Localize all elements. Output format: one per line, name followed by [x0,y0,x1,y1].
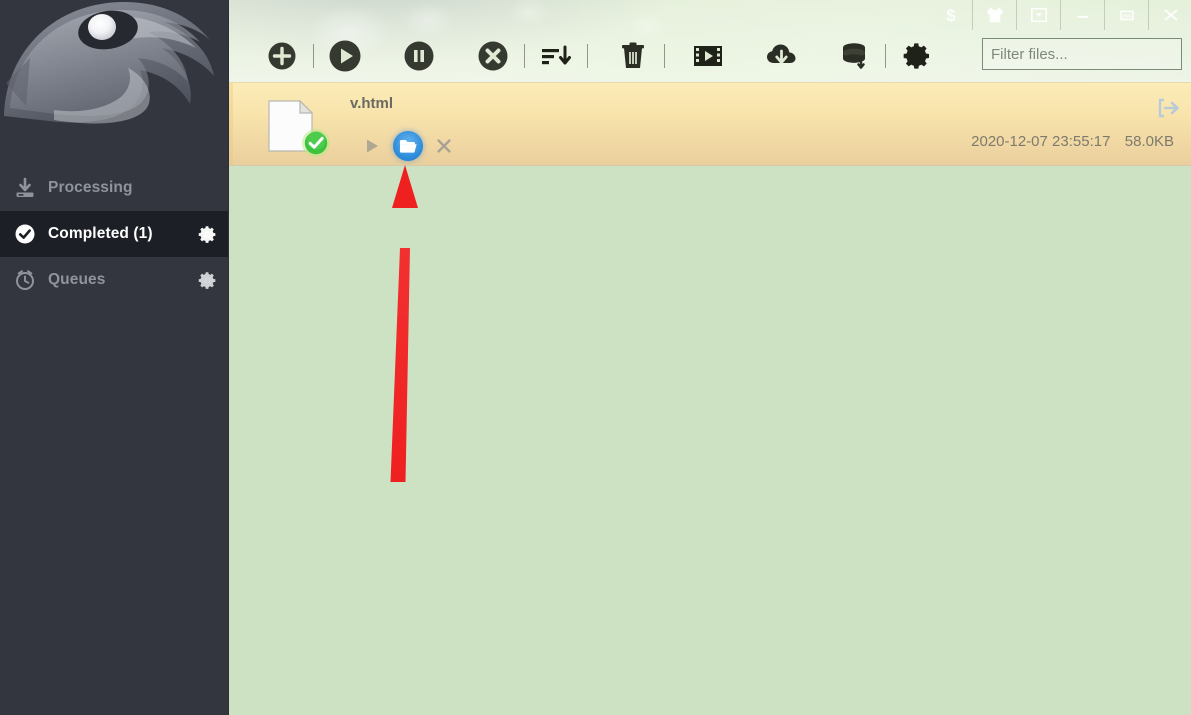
open-folder-button[interactable] [393,131,423,161]
merchandise-button[interactable] [972,0,1016,30]
play-file-button[interactable] [357,131,387,161]
search-input[interactable] [983,39,1191,69]
pause-downloads-button[interactable] [396,33,442,79]
main-area: $ Filter files... v.html 2020-12-07 23:5… [229,0,1191,715]
toolbar-divider [587,44,588,68]
add-links-button[interactable] [259,33,305,79]
svg-text:$: $ [946,6,956,25]
toolbar-divider [524,44,525,68]
play-icon [367,139,378,153]
file-meta: 2020-12-07 23:55:17 58.0KB [971,133,1174,150]
toolbar-divider [313,44,314,68]
storage-button[interactable] [831,33,877,79]
toolbar [229,30,1191,82]
film-icon [694,46,722,66]
trash-icon [622,42,644,68]
minimize-to-tray-button[interactable] [1016,0,1060,30]
app-logo [0,0,228,165]
sidebar-item-completed[interactable]: Completed (1) [0,211,228,257]
media-button[interactable] [685,33,731,79]
queues-settings-gear-icon[interactable] [196,269,218,291]
close-button[interactable] [1148,0,1191,30]
file-name: v.html [350,95,394,112]
app-window: Processing Completed (1) Queues $ Filter… [0,0,1191,715]
donate-button[interactable]: $ [929,0,972,30]
remove-file-button[interactable] [429,131,459,161]
settings-button[interactable] [894,33,940,79]
sidebar: Processing Completed (1) Queues [0,0,229,715]
tray-icon [1030,7,1047,23]
sidebar-nav: Processing Completed (1) Queues [0,165,228,303]
export-arrow-icon[interactable] [1156,97,1182,119]
stop-downloads-button[interactable] [470,33,516,79]
maximize-icon [1119,10,1134,21]
close-icon [1164,9,1177,21]
folder-icon [399,140,417,153]
close-icon [437,139,451,153]
maximize-button[interactable] [1104,0,1148,30]
stop-circle-icon [478,41,508,71]
completed-settings-gear-icon[interactable] [196,223,218,245]
file-list-empty-area [229,166,1191,715]
clock-icon [10,265,40,295]
minimize-icon [1077,15,1088,18]
gear-icon [903,43,929,69]
file-timestamp: 2020-12-07 23:55:17 [971,133,1111,150]
minimize-button[interactable] [1060,0,1104,30]
tshirt-icon [986,7,1003,23]
dollar-icon: $ [946,6,956,25]
sidebar-item-queues[interactable]: Queues [0,257,228,303]
download-icon [10,173,40,203]
sidebar-item-label: Queues [48,271,106,288]
sidebar-item-processing[interactable]: Processing [0,165,228,211]
file-size: 58.0KB [1124,133,1174,150]
database-icon [843,43,865,69]
sidebar-item-label: Completed (1) [48,225,153,242]
delete-button[interactable] [610,33,656,79]
sidebar-item-label: Processing [48,179,133,196]
toolbar-divider [664,44,665,68]
sort-button[interactable] [533,33,579,79]
cloud-download-button[interactable] [759,33,805,79]
table-row[interactable]: v.html 2020-12-07 23:55:17 58.0KB [229,82,1191,166]
toolbar-divider [885,44,886,68]
filter-files-container [982,38,1191,70]
play-circle-icon [329,40,361,72]
plus-circle-icon [268,42,296,70]
green-check-badge-icon [302,129,330,157]
pause-circle-icon [404,41,434,71]
row-actions [357,131,459,161]
cloud-download-icon [767,44,796,64]
sort-descending-icon [542,45,571,65]
start-downloads-button[interactable] [322,33,368,79]
eagle-logo-icon [4,2,214,124]
titlebar: $ [929,0,1191,30]
check-circle-icon [10,219,40,249]
header: $ [229,0,1191,82]
